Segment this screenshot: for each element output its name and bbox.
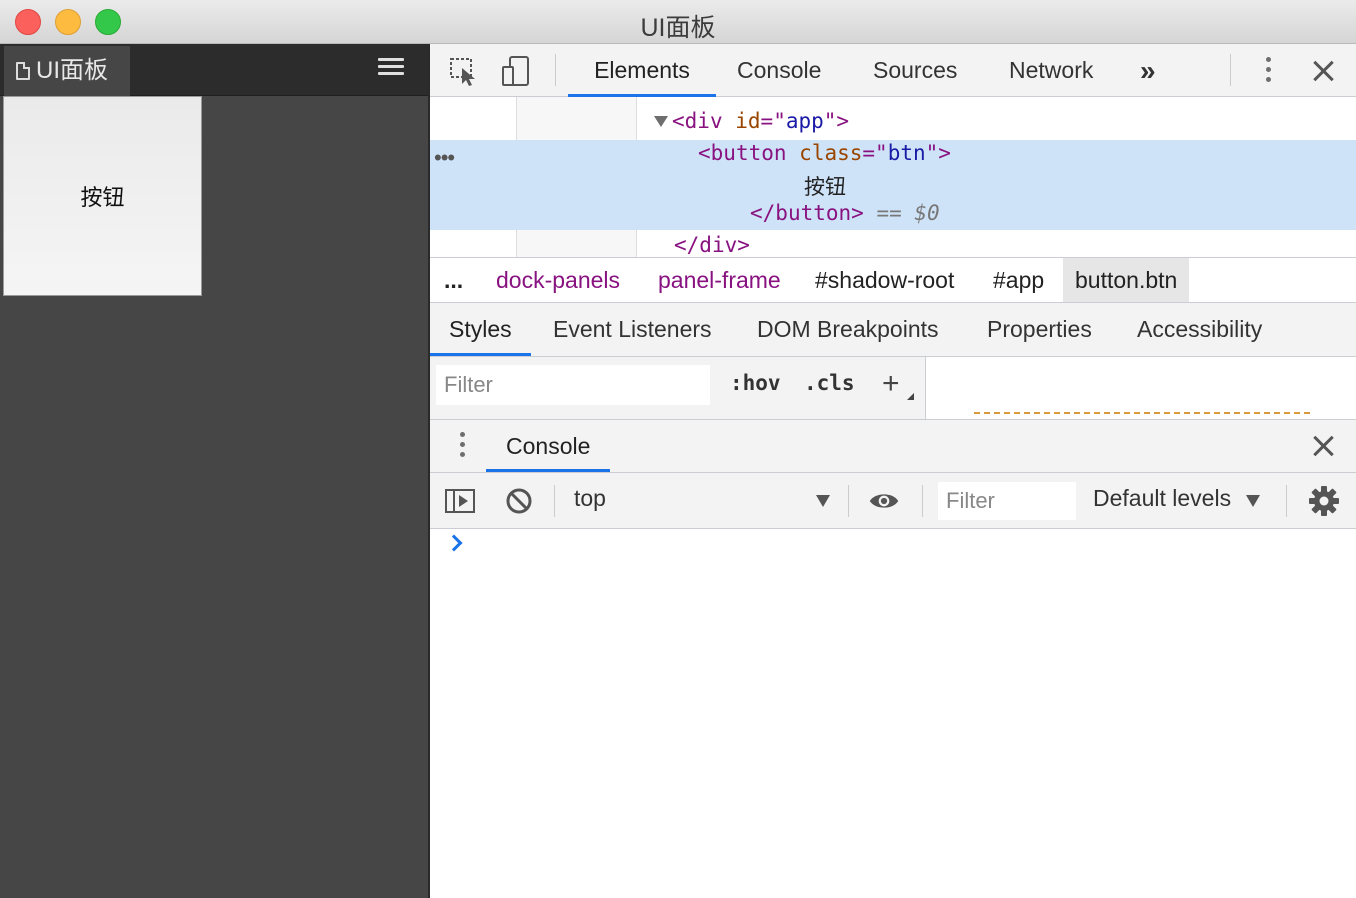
hov-toggle[interactable]: :hov xyxy=(730,371,781,395)
cls-toggle[interactable]: .cls xyxy=(804,371,855,395)
drawer-header: Console xyxy=(430,419,1356,473)
close-devtools-icon[interactable] xyxy=(1312,60,1334,82)
tab-dom-breakpoints[interactable]: DOM Breakpoints xyxy=(757,303,939,356)
breadcrumb: ... dock-panels panel-frame #shadow-root… xyxy=(430,257,1356,303)
dom-node-div[interactable]: <div id="app"> xyxy=(654,109,849,133)
customize-menu-icon[interactable] xyxy=(1266,57,1272,87)
live-expression-eye-icon[interactable] xyxy=(868,485,900,517)
console-output[interactable] xyxy=(430,529,1356,898)
clear-console-icon[interactable] xyxy=(503,485,535,517)
node-actions-icon[interactable]: ••• xyxy=(434,145,455,171)
console-settings-gear-icon[interactable] xyxy=(1308,485,1340,517)
tab-console[interactable]: Console xyxy=(737,44,821,97)
tab-properties[interactable]: Properties xyxy=(987,303,1092,356)
styles-filter-row: :hov .cls + xyxy=(430,357,1356,419)
demo-button[interactable]: 按钮 xyxy=(3,96,202,296)
document-icon xyxy=(16,62,30,80)
devtools-toolbar: Elements Console Sources Network » xyxy=(430,44,1356,97)
tab-network[interactable]: Network xyxy=(1009,44,1093,97)
panel-tab-label: UI面板 xyxy=(36,57,108,84)
devtools: Elements Console Sources Network » ••• <… xyxy=(430,44,1356,898)
inspect-element-icon[interactable] xyxy=(448,55,480,87)
tab-elements[interactable]: Elements xyxy=(568,44,716,97)
console-toolbar: top Default levels xyxy=(430,473,1356,529)
context-selector[interactable]: top xyxy=(574,485,606,512)
tab-event-listeners[interactable]: Event Listeners xyxy=(553,303,712,356)
close-drawer-icon[interactable] xyxy=(1312,435,1334,457)
sidebar-toggle-icon[interactable] xyxy=(444,485,476,517)
dom-text-node[interactable]: 按钮 xyxy=(804,171,846,201)
log-levels-dropdown[interactable]: Default levels xyxy=(1093,485,1231,512)
sidebar-tabs: Styles Event Listeners DOM Breakpoints P… xyxy=(430,303,1356,357)
ui-panel: UI面板 按钮 xyxy=(0,44,430,898)
context-dropdown-icon[interactable] xyxy=(816,495,830,507)
panel-tab[interactable]: UI面板 xyxy=(4,46,130,96)
levels-dropdown-icon[interactable] xyxy=(1246,495,1260,507)
dom-node-button[interactable]: <button class="btn"> xyxy=(698,141,951,165)
drawer-menu-icon[interactable] xyxy=(460,432,466,462)
tab-accessibility[interactable]: Accessibility xyxy=(1137,303,1262,356)
breadcrumb-button-btn[interactable]: button.btn xyxy=(1063,258,1190,302)
tab-sources[interactable]: Sources xyxy=(873,44,957,97)
dom-tree: ••• <div id="app"> <button class="btn"> … xyxy=(430,97,1356,257)
more-tabs-button[interactable]: » xyxy=(1140,44,1156,97)
console-filter-input[interactable] xyxy=(938,482,1076,520)
breadcrumb-panel-frame[interactable]: panel-frame xyxy=(658,258,781,302)
new-style-rule-menu-icon[interactable] xyxy=(907,393,914,400)
dom-node-div-close: </div> xyxy=(674,233,750,257)
window-titlebar: UI面板 xyxy=(0,0,1356,44)
styles-filter-input[interactable] xyxy=(436,365,710,405)
drawer-tab-console[interactable]: Console xyxy=(486,420,611,472)
breadcrumb-app[interactable]: #app xyxy=(993,258,1044,302)
breadcrumb-dock-panels[interactable]: dock-panels xyxy=(496,258,620,302)
panel-header: UI面板 xyxy=(0,44,428,96)
device-toolbar-icon[interactable] xyxy=(500,55,532,87)
box-model-outline xyxy=(974,412,1310,419)
menu-icon[interactable] xyxy=(378,58,404,82)
console-prompt-icon xyxy=(445,534,463,552)
breadcrumb-shadow-root[interactable]: #shadow-root xyxy=(815,258,954,302)
tab-styles[interactable]: Styles xyxy=(430,303,531,356)
window-title: UI面板 xyxy=(640,14,716,42)
breadcrumb-overflow[interactable]: ... xyxy=(444,258,463,302)
new-style-rule-button[interactable]: + xyxy=(882,367,900,401)
dom-node-button-close: </button> == $0 xyxy=(750,201,940,225)
expand-triangle-icon[interactable] xyxy=(654,116,668,127)
